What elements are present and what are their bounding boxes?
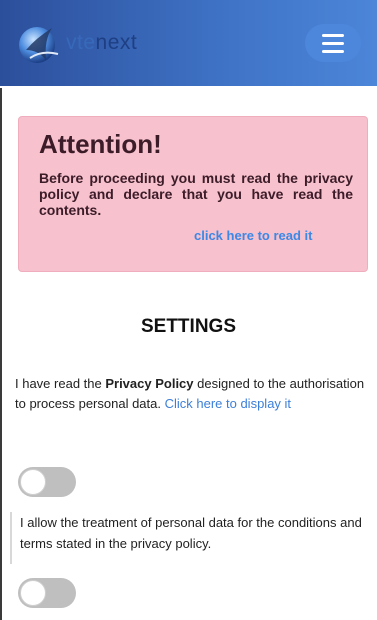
hamburger-icon xyxy=(322,33,344,37)
toggle-knob xyxy=(20,469,46,495)
app-header: vtenext xyxy=(0,0,377,86)
alert-title: Attention! xyxy=(39,129,162,159)
privacy-read-statement: I have read the Privacy Policy designed … xyxy=(15,374,365,414)
privacy-policy-label: Privacy Policy xyxy=(105,376,194,391)
menu-button[interactable] xyxy=(305,24,361,62)
logo[interactable]: vtenext xyxy=(16,20,137,66)
logo-name: next xyxy=(95,31,138,54)
page-edge xyxy=(0,88,2,620)
statement-prefix: I have read the xyxy=(15,376,106,391)
privacy-read-toggle[interactable] xyxy=(18,467,76,497)
consent-statement: I allow the treatment of personal data f… xyxy=(20,515,362,551)
alert-body: Before proceeding you must read the priv… xyxy=(39,170,353,218)
data-treatment-toggle[interactable] xyxy=(18,578,76,608)
display-privacy-link[interactable]: Click here to display it xyxy=(165,396,291,411)
toggle-knob xyxy=(20,580,46,606)
hamburger-icon-bar xyxy=(322,49,344,53)
hamburger-icon-bar xyxy=(322,41,344,45)
settings-heading: SETTINGS xyxy=(140,316,236,337)
read-privacy-link[interactable]: click here to read it xyxy=(194,228,353,243)
globe-logo-icon xyxy=(16,20,62,66)
logo-prefix: vte xyxy=(66,31,96,54)
privacy-alert: Attention! Before proceeding you must re… xyxy=(18,116,368,272)
consent-statement-container: I allow the treatment of personal data f… xyxy=(10,512,370,564)
logo-text: vtenext xyxy=(66,31,137,55)
